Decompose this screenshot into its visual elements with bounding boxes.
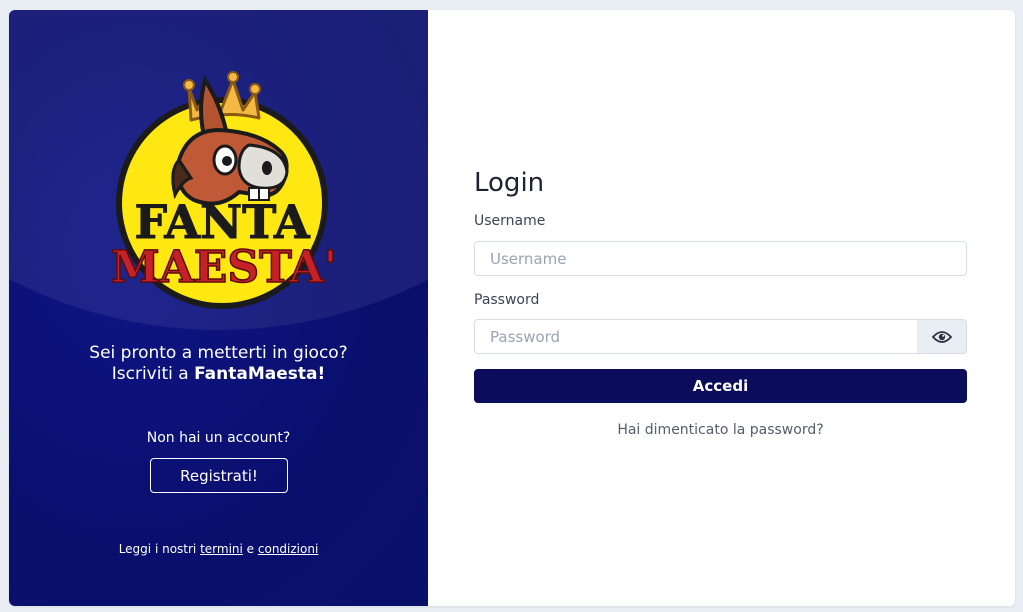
login-button[interactable]: Accedi xyxy=(474,369,967,403)
password-label: Password xyxy=(474,292,540,308)
username-input[interactable] xyxy=(474,241,967,276)
tagline-prefix: Iscriviti a xyxy=(111,364,195,384)
login-form-panel: Login Username Password Accedi Hai dimen… xyxy=(428,10,1015,606)
no-account-text: Non hai un account? xyxy=(146,430,291,446)
svg-text:FANTA: FANTA xyxy=(134,195,310,249)
terms-text: Leggi i nostri termini e condizioni xyxy=(9,542,428,556)
tagline-brand: FantaMaesta! xyxy=(194,364,326,384)
promo-panel: FANTA MAESTA' Sei pronto a metterti in g… xyxy=(9,10,428,606)
terms-mid: e xyxy=(242,542,258,556)
forgot-password-link[interactable]: Hai dimenticato la password? xyxy=(474,422,967,438)
page-title: Login xyxy=(474,168,545,198)
fantamaesta-logo: FANTA MAESTA' xyxy=(110,71,334,309)
terms-prefix: Leggi i nostri xyxy=(118,542,201,556)
password-input[interactable] xyxy=(474,319,918,354)
tagline-line-1: Sei pronto a metterti in gioco? xyxy=(89,343,348,363)
login-card: FANTA MAESTA' Sei pronto a metterti in g… xyxy=(9,10,1015,606)
svg-text:MAESTA': MAESTA' xyxy=(111,242,334,293)
toggle-password-visibility-button[interactable] xyxy=(917,319,967,354)
eye-icon xyxy=(931,330,952,343)
username-label: Username xyxy=(474,213,546,229)
register-button[interactable]: Registrati! xyxy=(150,458,288,493)
conditions-link[interactable]: condizioni xyxy=(258,542,318,556)
tagline-line-2: Iscriviti a FantaMaesta! xyxy=(9,364,428,385)
terms-link[interactable]: termini xyxy=(200,542,243,556)
